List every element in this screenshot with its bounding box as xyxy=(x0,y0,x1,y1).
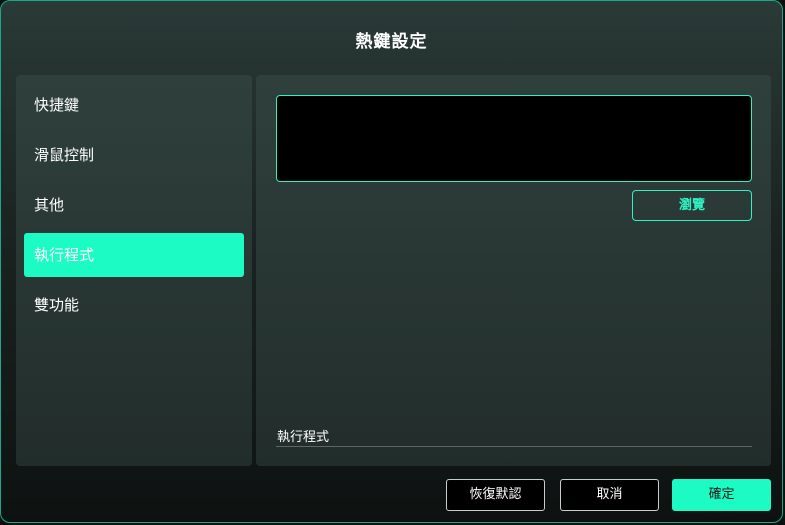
hotkey-settings-dialog: 熱鍵設定 快捷鍵 滑鼠控制 其他 執行程式 雙功能 瀏覽 執行程式 恢復默認 取… xyxy=(0,0,783,523)
sidebar: 快捷鍵 滑鼠控制 其他 執行程式 雙功能 xyxy=(16,75,252,466)
browse-button[interactable]: 瀏覽 xyxy=(632,190,752,221)
confirm-button[interactable]: 確定 xyxy=(672,479,771,511)
program-name-label: 執行程式 xyxy=(277,430,330,445)
restore-defaults-button[interactable]: 恢復默認 xyxy=(446,479,545,511)
dialog-title: 熱鍵設定 xyxy=(355,32,428,52)
content-panel: 瀏覽 執行程式 xyxy=(256,75,771,466)
program-divider xyxy=(276,446,752,447)
sidebar-item-other[interactable]: 其他 xyxy=(24,183,244,227)
sidebar-item-shortcut[interactable]: 快捷鍵 xyxy=(24,83,244,127)
sidebar-item-run-program[interactable]: 執行程式 xyxy=(24,233,244,277)
sidebar-item-dual-function[interactable]: 雙功能 xyxy=(24,283,244,327)
cancel-button[interactable]: 取消 xyxy=(560,479,659,511)
program-path-field[interactable] xyxy=(276,95,752,182)
sidebar-item-mouse-control[interactable]: 滑鼠控制 xyxy=(24,133,244,177)
